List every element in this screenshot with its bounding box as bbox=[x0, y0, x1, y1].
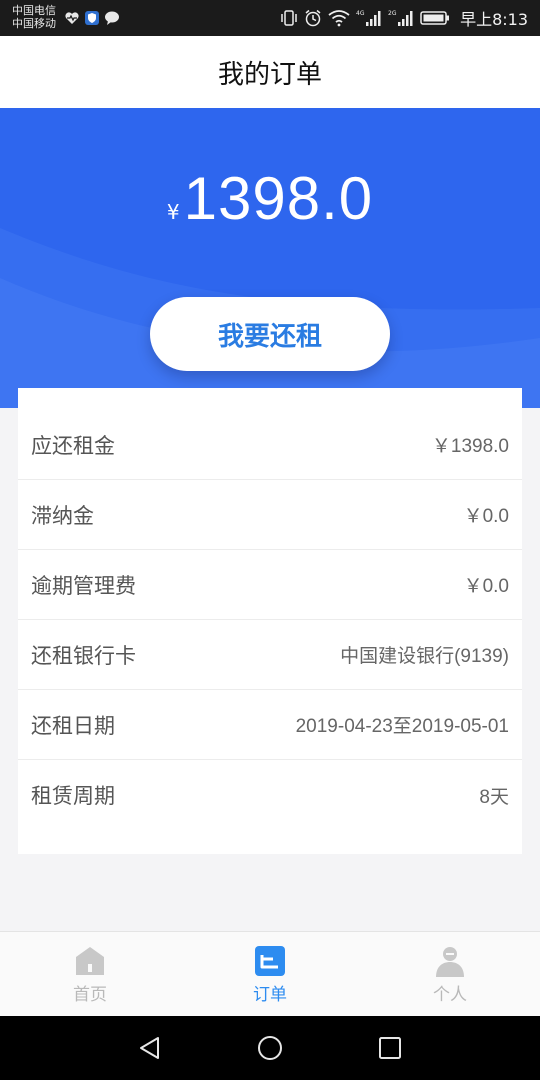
tab-label: 个人 bbox=[433, 985, 467, 1005]
detail-label: 还租银行卡 bbox=[31, 643, 136, 668]
carrier-info: 中国电信 中国移动 bbox=[12, 4, 56, 30]
clock: 早上8:13 bbox=[460, 10, 528, 29]
recents-icon[interactable] bbox=[376, 1034, 404, 1062]
amount-display: ¥1398.0 bbox=[0, 164, 540, 233]
battery-icon bbox=[420, 11, 450, 25]
system-nav-bar bbox=[0, 1016, 540, 1080]
tab-profile[interactable]: 个人 bbox=[390, 932, 510, 1017]
detail-value: ￥0.0 bbox=[463, 576, 509, 597]
vibrate-icon bbox=[281, 10, 297, 26]
order-icon bbox=[255, 946, 285, 976]
notification-icons bbox=[64, 10, 120, 26]
order-detail-card: 应还租金 ￥1398.0 滞纳金 ￥0.0 逾期管理费 ￥0.0 还租银行卡 中… bbox=[18, 388, 522, 854]
detail-label: 租赁周期 bbox=[31, 784, 115, 808]
detail-label: 应还租金 bbox=[31, 433, 115, 458]
person-icon bbox=[436, 947, 464, 977]
detail-row-rent-dates: 还租日期 2019-04-23至2019-05-01 bbox=[18, 690, 522, 760]
tab-orders[interactable]: 订单 bbox=[210, 932, 330, 1017]
detail-row-rent-due: 应还租金 ￥1398.0 bbox=[18, 410, 522, 480]
detail-label: 滞纳金 bbox=[31, 503, 94, 528]
bottom-tab-bar: 首页 订单 个人 bbox=[0, 931, 540, 1016]
shield-icon bbox=[85, 11, 99, 25]
alarm-icon bbox=[305, 9, 321, 27]
carrier-1: 中国电信 bbox=[12, 4, 56, 17]
detail-value: ￥0.0 bbox=[463, 506, 509, 527]
detail-value: 8天 bbox=[479, 786, 509, 808]
title-bar: 我的订单 bbox=[0, 36, 540, 108]
pay-rent-button[interactable]: 我要还租 bbox=[150, 297, 390, 371]
tab-label: 订单 bbox=[253, 985, 287, 1005]
back-icon[interactable] bbox=[136, 1034, 164, 1062]
carrier-2: 中国移动 bbox=[12, 17, 56, 30]
status-icons-right: 4G 2G 早上8:13 bbox=[280, 0, 528, 36]
home-icon bbox=[76, 947, 104, 975]
detail-row-bank-card: 还租银行卡 中国建设银行(9139) bbox=[18, 620, 522, 690]
amount-value: 1398.0 bbox=[183, 165, 374, 232]
detail-row-lease-period: 租赁周期 8天 bbox=[18, 760, 522, 830]
net-label-1: 4G bbox=[356, 10, 365, 17]
detail-value: 2019-04-23至2019-05-01 bbox=[295, 716, 509, 737]
detail-value: 中国建设银行(9139) bbox=[340, 646, 509, 667]
page-title: 我的订单 bbox=[217, 59, 322, 90]
detail-row-late-fee: 滞纳金 ￥0.0 bbox=[18, 480, 522, 550]
signal-icon: 4G bbox=[356, 10, 381, 26]
amount-hero: ¥1398.0 我要还租 bbox=[0, 108, 540, 408]
chat-bubble-icon bbox=[105, 11, 119, 25]
detail-value: ￥1398.0 bbox=[431, 436, 509, 457]
detail-row-overdue-fee: 逾期管理费 ￥0.0 bbox=[18, 550, 522, 620]
wifi-icon bbox=[328, 10, 350, 27]
signal-icon-2: 2G bbox=[388, 10, 413, 26]
health-icon bbox=[65, 12, 79, 24]
status-bar: 中国电信 中国移动 4G 2G 早上8:13 bbox=[0, 0, 540, 36]
detail-label: 逾期管理费 bbox=[31, 573, 136, 598]
tab-home[interactable]: 首页 bbox=[30, 932, 150, 1017]
net-label-2: 2G bbox=[388, 10, 397, 17]
currency-symbol: ¥ bbox=[166, 200, 180, 224]
home-circle-icon[interactable] bbox=[256, 1034, 284, 1062]
detail-label: 还租日期 bbox=[31, 713, 115, 738]
tab-label: 首页 bbox=[73, 985, 107, 1005]
